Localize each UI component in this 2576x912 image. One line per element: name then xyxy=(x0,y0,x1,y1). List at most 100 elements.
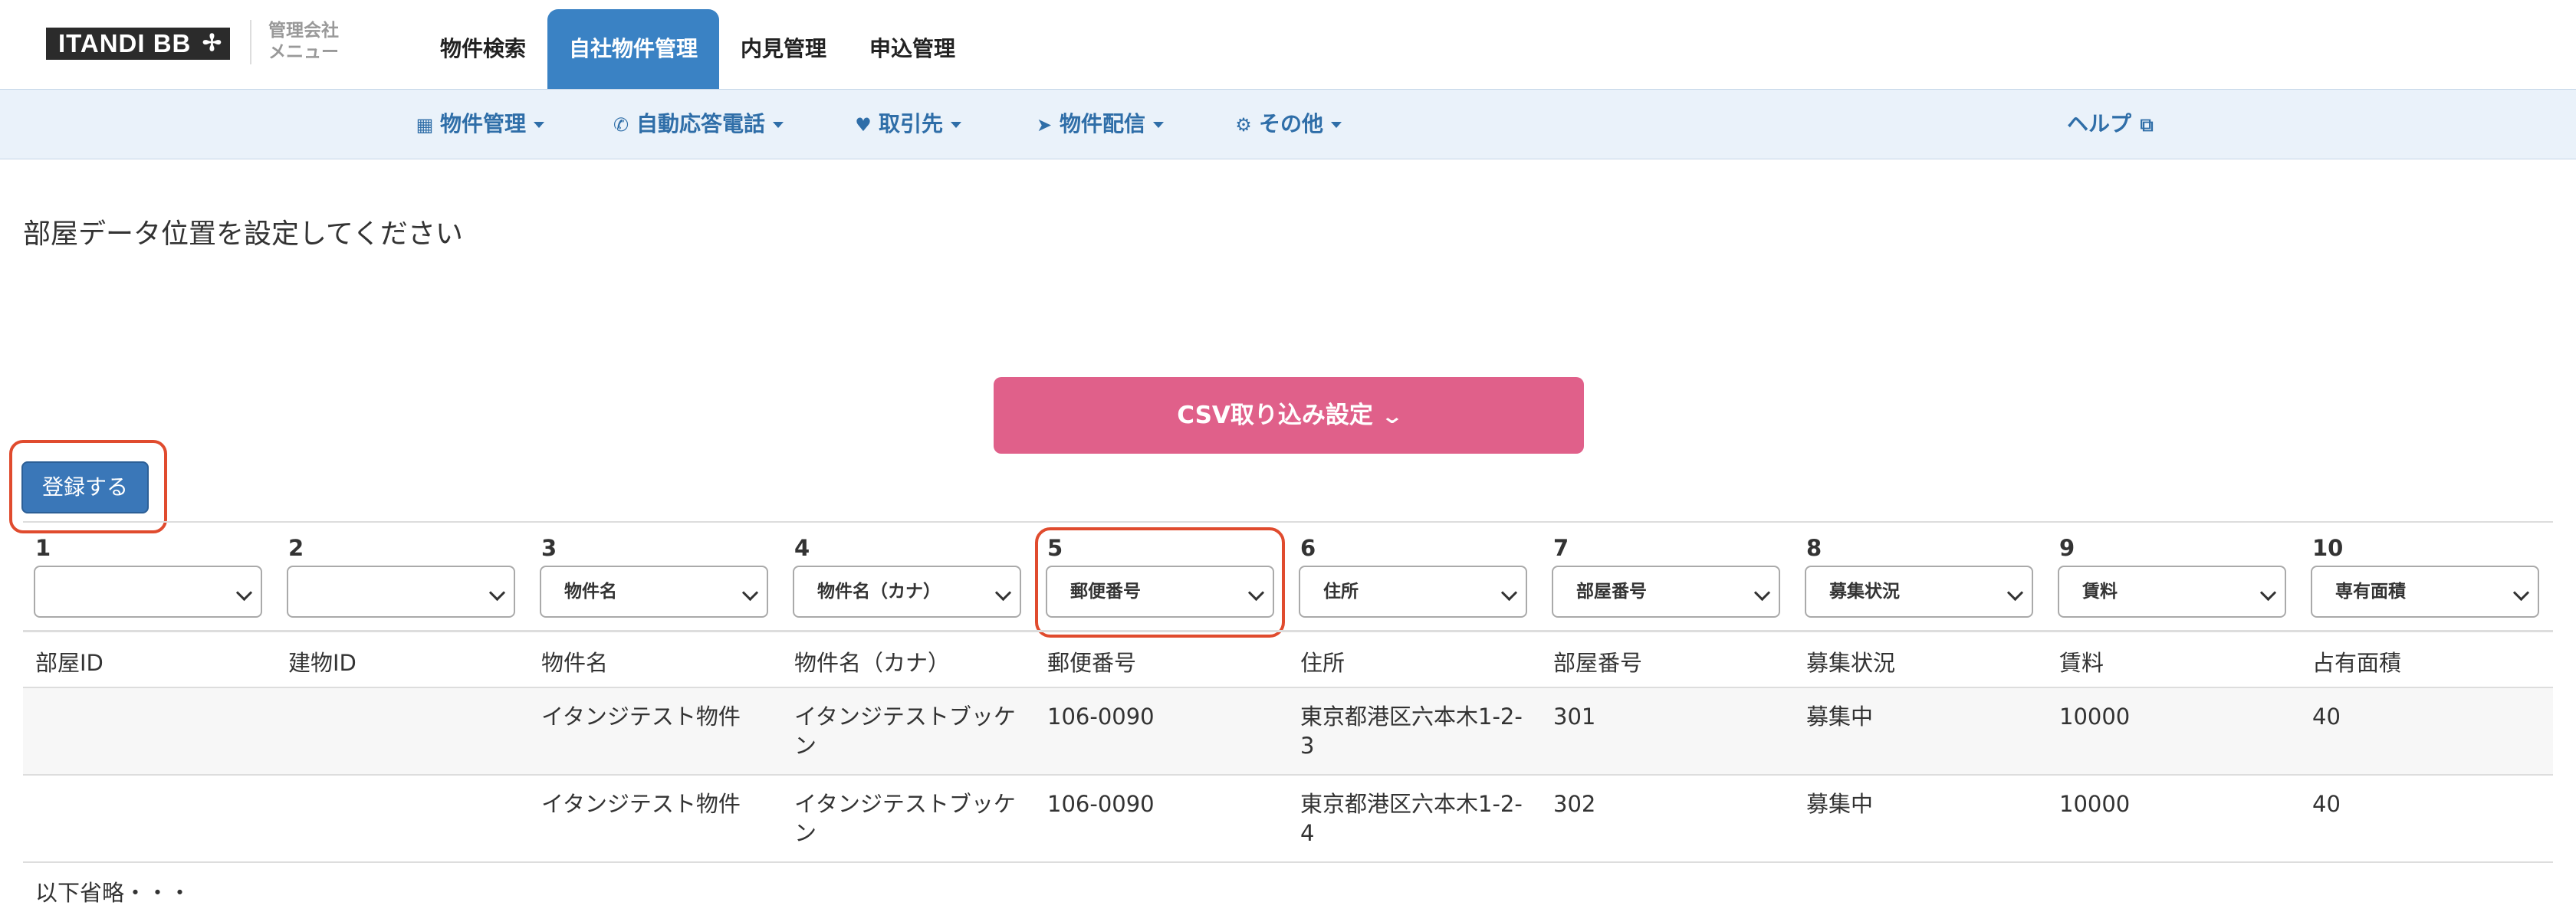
column-6-select[interactable]: 住所 xyxy=(1299,566,1527,618)
chevron-down-icon xyxy=(488,584,506,602)
table-cell: イタンジテストブッケン xyxy=(794,704,1016,759)
select-value: 住所 xyxy=(1323,582,1359,602)
page-title: 部屋データ位置を設定してください xyxy=(23,218,463,250)
chevron-down-icon xyxy=(1753,584,1771,602)
subnav-property-distribution[interactable]: ➤ 物件配信 xyxy=(1033,90,1165,159)
table-cell: 40 xyxy=(2312,704,2341,730)
table-header-cell: 部屋番号 xyxy=(1553,650,1643,676)
tab-application-management[interactable]: 申込管理 xyxy=(848,9,977,89)
table-header-cell: 物件名（カナ） xyxy=(794,650,951,676)
table-cell: 東京都港区六本木1-2-3 xyxy=(1300,704,1523,759)
select-value: 賃料 xyxy=(2082,582,2118,602)
tab-own-property-management[interactable]: 自社物件管理 xyxy=(547,9,720,89)
subnav-label: その他 xyxy=(1259,111,1324,136)
select-value: 物件名（カナ） xyxy=(817,582,941,602)
heartbeat-icon: ♥ xyxy=(855,114,872,136)
omitted-note: 以下省略・・・ xyxy=(35,880,192,906)
table-header-cell: 住所 xyxy=(1300,650,1346,676)
table-header-cell: 占有面積 xyxy=(2312,650,2402,676)
column-10-select[interactable]: 専有面積 xyxy=(2311,566,2539,618)
itandi-bb-logo[interactable]: ITANDI BB ✢ xyxy=(46,28,230,60)
table-cell: イタンジテストブッケン xyxy=(794,791,1016,846)
table-header-cell: 建物ID xyxy=(288,650,356,676)
caret-down-icon xyxy=(1153,122,1165,128)
table-row-background xyxy=(23,688,2553,774)
column-2-select[interactable] xyxy=(287,566,515,618)
subnav-label: 取引先 xyxy=(879,111,944,136)
chevron-down-icon: ⌄ xyxy=(1380,405,1405,428)
subnav-label: 物件管理 xyxy=(440,111,527,136)
row-divider xyxy=(23,774,2553,776)
column-9-select[interactable]: 賃料 xyxy=(2058,566,2286,618)
building-icon: ▦ xyxy=(416,114,434,136)
table-header-cell: 部屋ID xyxy=(35,650,104,676)
subnav-property-management[interactable]: ▦ 物件管理 xyxy=(414,90,545,159)
caret-down-icon xyxy=(951,122,962,128)
chevron-down-icon xyxy=(741,584,759,602)
select-value: 物件名 xyxy=(564,582,617,602)
subnav-label: 自動応答電話 xyxy=(636,111,766,136)
column-number: 2 xyxy=(288,535,304,561)
csv-import-settings-button[interactable]: CSV取り込み設定 ⌄ xyxy=(994,377,1584,454)
chevron-down-icon xyxy=(235,584,253,602)
table-top-border xyxy=(23,630,2553,632)
subnav-business-partners[interactable]: ♥ 取引先 xyxy=(853,90,962,159)
help-label: ヘルプ xyxy=(2067,111,2132,136)
brand-divider xyxy=(250,20,251,64)
phone-icon: ✆ xyxy=(613,114,629,136)
select-value: 募集状況 xyxy=(1829,582,1900,602)
tab-property-search[interactable]: 物件検索 xyxy=(419,9,547,89)
company-menu-text: 管理会社 メニュー xyxy=(268,21,339,62)
column-number: 1 xyxy=(35,535,51,561)
sub-navbar: ▦ 物件管理 ✆ 自動応答電話 ♥ 取引先 ➤ 物件配信 ⚙ その他 ヘルプ ⧉ xyxy=(0,89,2576,159)
external-link-icon: ⧉ xyxy=(2140,114,2154,136)
table-header-cell: 郵便番号 xyxy=(1047,650,1137,676)
chevron-down-icon xyxy=(1500,584,1518,602)
column-number: 4 xyxy=(794,535,810,561)
caret-down-icon xyxy=(773,122,784,128)
column-number: 9 xyxy=(2059,535,2075,561)
divider xyxy=(23,521,2553,523)
main-tabs: 物件検索 自社物件管理 内見管理 申込管理 xyxy=(419,9,977,89)
gear-icon: ⚙ xyxy=(1235,114,1252,136)
table-cell: 302 xyxy=(1553,791,1596,817)
chevron-down-icon xyxy=(2512,584,2530,602)
table-cell: 東京都港区六本木1-2-4 xyxy=(1300,791,1523,846)
chevron-down-icon xyxy=(994,584,1012,602)
chevron-down-icon xyxy=(2006,584,2024,602)
table-cell: 40 xyxy=(2312,791,2341,817)
top-navbar: ITANDI BB ✢ 管理会社 メニュー 物件検索 自社物件管理 内見管理 申込… xyxy=(0,0,2576,89)
select-value: 専有面積 xyxy=(2335,582,2406,602)
subnav-others[interactable]: ⚙ その他 xyxy=(1233,90,1342,159)
column-number: 10 xyxy=(2312,535,2344,561)
table-cell: イタンジテスト物件 xyxy=(541,704,741,730)
column-7-select[interactable]: 部屋番号 xyxy=(1552,566,1780,618)
table-cell: 301 xyxy=(1553,704,1596,730)
table-cell: 10000 xyxy=(2059,704,2131,730)
table-header-cell: 賃料 xyxy=(2059,650,2104,676)
table-cell: イタンジテスト物件 xyxy=(541,791,741,817)
column-number: 3 xyxy=(541,535,557,561)
register-button[interactable]: 登録する xyxy=(21,461,149,513)
table-cell: 募集中 xyxy=(1806,791,1874,817)
column-4-select[interactable]: 物件名（カナ） xyxy=(793,566,1021,618)
column-3-select[interactable]: 物件名 xyxy=(540,566,768,618)
company-menu-label[interactable]: 管理会社 メニュー xyxy=(268,20,360,63)
csv-button-label: CSV取り込み設定 xyxy=(1177,402,1373,429)
subnav-label: 物件配信 xyxy=(1060,111,1146,136)
column-number: 7 xyxy=(1553,535,1569,561)
table-cell: 106-0090 xyxy=(1047,704,1155,730)
caret-down-icon xyxy=(1331,122,1342,128)
column-number: 6 xyxy=(1300,535,1316,561)
table-cell: 10000 xyxy=(2059,791,2131,817)
tab-viewing-management[interactable]: 内見管理 xyxy=(719,9,848,89)
table-cell: 募集中 xyxy=(1806,704,1874,730)
chevron-down-icon xyxy=(2259,584,2277,602)
column-1-select[interactable] xyxy=(34,566,262,618)
column-8-select[interactable]: 募集状況 xyxy=(1805,566,2033,618)
postal-code-select-highlight xyxy=(1035,527,1285,638)
row-divider xyxy=(23,861,2553,863)
help-link[interactable]: ヘルプ ⧉ xyxy=(2067,90,2157,159)
table-header-cell: 募集状況 xyxy=(1806,650,1896,676)
subnav-auto-answer-phone[interactable]: ✆ 自動応答電話 xyxy=(610,90,784,159)
